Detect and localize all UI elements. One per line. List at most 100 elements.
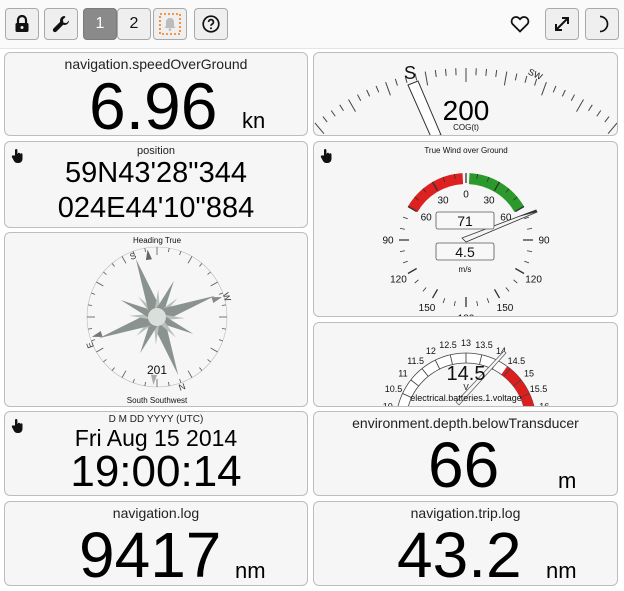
heading-tick-mark (207, 359, 211, 363)
cog-needle (407, 80, 442, 135)
cog-tick-mark (314, 122, 325, 135)
wind-scale-label: 30 (437, 196, 449, 207)
cog-label: COG(t) (453, 123, 479, 132)
depth-value: 66 (428, 429, 500, 496)
cog-panel[interactable]: S SW 200 COG(t) (313, 52, 618, 136)
cog-tick-mark (366, 89, 371, 97)
voltage-scale-label: 12 (426, 346, 436, 356)
wind-tick-mark (493, 289, 501, 299)
heading-tick-mark (168, 247, 170, 253)
heading-tick-mark (96, 347, 104, 353)
moon-icon (599, 15, 609, 33)
depth-panel[interactable]: environment.depth.belowTransducer 66 m (313, 411, 618, 496)
cog-tick-mark (445, 68, 447, 76)
cog-compass: S SW 200 COG(t) (314, 63, 617, 135)
datetime-title: D M DD YYYY (UTC) (108, 414, 204, 425)
voltage-gauge: 1010.51111.51212.5 13 13.51414.51515.516 1… (383, 338, 549, 407)
heading-cardinal-n: N (177, 381, 187, 393)
wind-green-arc (468, 173, 525, 212)
cog-tick-mark (357, 94, 362, 101)
fullscreen-button[interactable] (545, 8, 579, 40)
speed-panel[interactable]: navigation.speedOverGround 6.96 kn (4, 52, 308, 136)
lock-button[interactable] (5, 8, 39, 40)
cog-tick-sw: SW (527, 67, 545, 82)
favorites-button[interactable] (503, 8, 537, 40)
page-2-button[interactable]: 2 (117, 8, 151, 40)
depth-unit: m (558, 468, 577, 493)
position-latitude: 59N43'28"344 (65, 157, 247, 189)
wind-tick-mark (486, 298, 490, 304)
expand-icon (555, 17, 569, 31)
heading-tick-mark (111, 367, 115, 371)
cog-tick-mark (561, 89, 566, 97)
night-mode-button[interactable] (585, 8, 619, 40)
heading-tick-mark (210, 281, 218, 287)
wind-panel[interactable]: True Wind over Ground 0 30 60 90 120 150 180 15… (313, 141, 618, 317)
voltage-scale-label: 16 (539, 401, 549, 407)
wind-title: True Wind over Ground (424, 146, 507, 155)
heading-tick-mark (87, 328, 93, 330)
alarm-button[interactable] (153, 8, 187, 40)
wind-scale-label: 30 (483, 196, 495, 207)
heading-tick-mark (218, 339, 223, 342)
wind-scale-label: 150 (497, 303, 514, 314)
datetime-panel[interactable]: D M DD YYYY (UTC) Fri Aug 15 2014 19:00:… (4, 411, 308, 496)
rose-center (148, 308, 166, 326)
heading-tick-mark (121, 256, 127, 264)
help-button[interactable] (194, 8, 228, 40)
cog-tick-mark (322, 116, 328, 123)
wind-tick-mark (407, 267, 417, 275)
toolbar: 1 2 (0, 0, 624, 49)
log-unit: nm (235, 558, 266, 583)
wind-tick-mark (399, 227, 406, 230)
trip-log-value: 43.2 (397, 519, 522, 586)
position-title: position (137, 145, 175, 157)
trip-log-panel[interactable]: navigation.trip.log 43.2 nm (313, 501, 618, 586)
position-panel[interactable]: position 59N43'28"344 024E44'10"884 (4, 141, 308, 228)
heading-tick-mark (179, 251, 182, 256)
heading-tick-mark (103, 359, 107, 363)
voltage-scale-label: 10.5 (385, 384, 403, 394)
heading-tick-mark (199, 263, 203, 267)
cog-tick-mark (604, 116, 610, 123)
cog-tick-mark (394, 78, 398, 86)
heading-compass: Heading True S W N E 201 South Southwest (84, 236, 233, 405)
heading-tick-mark (91, 339, 96, 342)
wind-scale-label: 60 (421, 213, 433, 224)
voltage-panel[interactable]: 10 10.5 11 11.5 12 12.5 13 13.5 14 14.5 15 15.5 16 1… (313, 322, 618, 407)
heading-marker (91, 331, 103, 337)
heading-value: 201 (147, 363, 167, 377)
heading-cardinal-s: S (128, 250, 137, 261)
voltage-scale-label: 11.5 (407, 356, 424, 366)
heading-panel[interactable]: Heading True S W N E 201 South Southwest (4, 232, 308, 407)
wind-tick-mark (453, 300, 456, 307)
help-icon (202, 15, 220, 33)
cog-tick-mark (576, 99, 584, 112)
heading-direction: South Southwest (127, 396, 188, 405)
cog-tick-mark (385, 82, 391, 96)
heading-tick-mark (221, 304, 227, 306)
wind-scale-label: 150 (419, 303, 436, 314)
heading-tick-mark (96, 281, 104, 287)
wind-scale-label: 0 (463, 190, 469, 201)
cog-tick-mark (375, 85, 380, 93)
heading-tick-mark (168, 381, 170, 387)
wind-scale-label: 90 (538, 236, 550, 247)
log-panel[interactable]: navigation.log 9417 nm (4, 501, 308, 586)
heading-tick-mark (207, 271, 211, 275)
cog-tick-mark (596, 110, 602, 117)
heading-tick-mark (91, 292, 96, 295)
wind-tick-mark (515, 267, 525, 275)
cog-tick-mark (424, 71, 429, 86)
wind-red-arc (407, 173, 464, 212)
page-1-button[interactable]: 1 (83, 8, 117, 40)
heart-icon (510, 16, 530, 33)
cog-tick-mark (348, 99, 356, 112)
speed-value: 6.96 (89, 69, 218, 136)
wind-tick-mark (399, 250, 406, 253)
wind-gauge: True Wind over Ground 0 30 60 90 120 150 180 15… (382, 146, 550, 316)
heading-tick-mark (144, 247, 146, 253)
wind-tick-mark (526, 227, 533, 230)
voltage-scale-label: 13 (461, 338, 471, 348)
settings-button[interactable] (44, 8, 78, 40)
